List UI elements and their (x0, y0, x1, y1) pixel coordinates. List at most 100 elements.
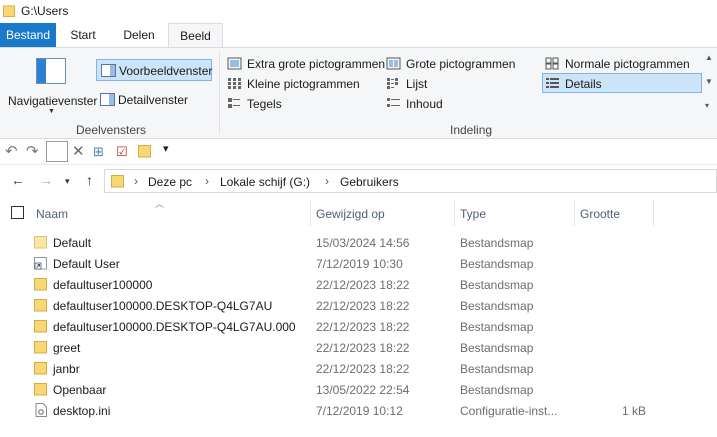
tab-share[interactable]: Delen (110, 23, 168, 47)
file-row[interactable]: desktop.ini 7/12/2019 10:12 Configuratie… (0, 400, 717, 421)
extra-large-icons-icon (227, 57, 242, 70)
up-arrow-icon[interactable]: ↑ (86, 172, 93, 188)
layout-small-icons[interactable]: Kleine pictogrammen (225, 74, 385, 94)
column-type[interactable]: Type (460, 207, 486, 221)
tab-view[interactable]: Beeld (168, 23, 223, 48)
file-row[interactable]: defaultuser100000 22/12/2023 18:22 Besta… (0, 274, 717, 295)
column-modified[interactable]: Gewijzigd op (316, 207, 385, 221)
breadcrumb-local-disk[interactable]: Lokale schijf (G:) (220, 175, 310, 189)
layout-option-label: Grote pictogrammen (406, 57, 516, 71)
layout-medium-icons[interactable]: Normale pictogrammen (543, 54, 701, 74)
medium-icons-icon (545, 57, 559, 70)
preview-pane-label: Voorbeeldvenster (119, 64, 213, 78)
shortcut-folder-icon (34, 257, 47, 270)
back-arrow-icon[interactable]: ← (11, 172, 25, 188)
chevron-right-icon[interactable]: › (134, 174, 138, 188)
layout-content[interactable]: Inhoud (384, 94, 544, 114)
file-name: defaultuser100000.DESKTOP-Q4LG7AU.000 (53, 320, 296, 334)
ribbon-tabs: Bestand Start Delen Beeld (0, 23, 717, 48)
file-name: desktop.ini (53, 404, 111, 418)
file-name: defaultuser100000.DESKTOP-Q4LG7AU (53, 299, 273, 313)
file-list: Default 15/03/2024 14:56 Bestandsmap Def… (0, 232, 717, 432)
tab-file[interactable]: Bestand (0, 23, 56, 47)
file-row[interactable]: greet 22/12/2023 18:22 Bestandsmap (0, 337, 717, 358)
layout-option-label: Lijst (406, 77, 428, 91)
file-row[interactable]: janbr 22/12/2023 18:22 Bestandsmap (0, 358, 717, 379)
panes-group-label: Deelvensters (76, 123, 147, 137)
preview-pane-button[interactable]: Voorbeeldvenster (96, 59, 212, 81)
forward-arrow-icon[interactable]: → (39, 172, 53, 188)
file-modified: 22/12/2023 18:22 (316, 278, 410, 292)
navigation-pane-icon (36, 58, 66, 84)
list-icon (387, 78, 398, 89)
column-divider[interactable] (574, 200, 575, 226)
recent-locations-icon[interactable]: ▾ (65, 176, 70, 187)
group-divider (219, 52, 220, 134)
layout-option-label: Details (565, 77, 602, 91)
delete-icon[interactable]: ✕ (72, 143, 85, 161)
layout-large-icons[interactable]: Grote pictogrammen (384, 54, 544, 74)
small-icons-icon (228, 78, 241, 89)
customize-toolbar-icon[interactable]: ▾ (163, 142, 169, 155)
folder-icon (3, 5, 16, 18)
column-size[interactable]: Grootte (580, 207, 620, 221)
quick-access-toolbar: ↶ ↷ ✕ ⊞ ☑ ▾ (0, 139, 717, 165)
file-type: Bestandsmap (460, 278, 534, 292)
expand-icon[interactable]: ▾ (705, 101, 709, 110)
file-type: Bestandsmap (460, 320, 534, 334)
folder-icon (111, 175, 124, 188)
layout-scroll[interactable]: ▲ ▼ ▾ (703, 53, 715, 115)
file-modified: 7/12/2019 10:12 (316, 404, 403, 418)
file-modified: 15/03/2024 14:56 (316, 236, 410, 250)
folder-icon (34, 383, 47, 396)
column-divider[interactable] (310, 200, 311, 226)
column-divider[interactable] (653, 200, 654, 226)
large-icons-icon (386, 57, 401, 70)
properties-icon[interactable]: ⊞ (93, 143, 104, 161)
folder-icon (34, 362, 47, 375)
file-row[interactable]: Default User 7/12/2019 10:30 Bestandsmap (0, 253, 717, 274)
layout-option-label: Normale pictogrammen (565, 57, 690, 71)
file-row[interactable]: Openbaar 13/05/2022 22:54 Bestandsmap (0, 379, 717, 400)
select-all-checkbox[interactable] (11, 206, 24, 219)
breadcrumb-users[interactable]: Gebruikers (340, 175, 399, 189)
folder-icon (34, 299, 47, 312)
details-pane-label: Detailvenster (118, 93, 189, 107)
rename-box[interactable] (46, 141, 68, 162)
file-row[interactable]: defaultuser100000.DESKTOP-Q4LG7AU 22/12/… (0, 295, 717, 316)
new-folder-icon[interactable] (138, 144, 152, 158)
layout-option-label: Tegels (247, 97, 282, 111)
column-name[interactable]: Naam (36, 207, 68, 221)
file-row[interactable]: defaultuser100000.DESKTOP-Q4LG7AU.000 22… (0, 316, 717, 337)
title-bar: G:\Users (0, 0, 717, 24)
address-field[interactable]: › Deze pc › Lokale schijf (G:) › Gebruik… (104, 169, 717, 193)
layout-option-label: Extra grote pictogrammen (247, 57, 386, 71)
navigation-pane-label: Navigatievenster (8, 94, 98, 108)
folder-icon (34, 236, 47, 249)
window-title: G:\Users (21, 4, 69, 18)
layout-extra-large-icons[interactable]: Extra grote pictogrammen (225, 54, 385, 74)
layout-tiles[interactable]: Tegels (225, 94, 385, 114)
chevron-right-icon[interactable]: › (325, 174, 329, 188)
details-pane-button[interactable]: Detailvenster (96, 89, 212, 111)
chevron-down-icon[interactable]: ▼ (705, 77, 713, 86)
redo-icon[interactable]: ↷ (26, 143, 39, 161)
checklist-icon[interactable]: ☑ (116, 143, 128, 161)
navigation-pane-button[interactable]: Navigatievenster ▼ (8, 52, 98, 116)
breadcrumb-this-pc[interactable]: Deze pc (148, 175, 192, 189)
file-name: Openbaar (53, 383, 107, 397)
chevron-up-icon[interactable]: ▲ (705, 53, 713, 62)
file-type: Bestandsmap (460, 341, 534, 355)
layout-list[interactable]: Lijst (384, 74, 544, 94)
layout-details[interactable]: Details (542, 73, 702, 93)
tab-start[interactable]: Start (56, 23, 110, 47)
undo-icon[interactable]: ↶ (5, 143, 18, 161)
file-name: janbr (53, 362, 80, 376)
file-row[interactable]: Default 15/03/2024 14:56 Bestandsmap (0, 232, 717, 253)
preview-pane-icon (101, 64, 116, 77)
column-divider[interactable] (454, 200, 455, 226)
folder-icon (34, 278, 47, 291)
file-name: greet (53, 341, 81, 355)
column-header: ︿ Naam Gewijzigd op Type Grootte (0, 198, 717, 228)
chevron-right-icon[interactable]: › (205, 174, 209, 188)
